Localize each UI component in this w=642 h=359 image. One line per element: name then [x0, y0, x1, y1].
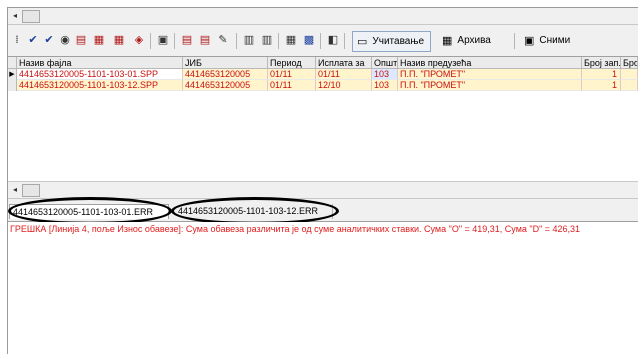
table-cell-municipality[interactable]: 103	[372, 69, 398, 80]
edit-icon[interactable]: ✎	[216, 33, 230, 47]
column-header-period[interactable]: Период	[268, 57, 316, 69]
toolbar-separator	[344, 33, 345, 49]
app-window: ◂ ⁞ ✔ ✔ ◉ ▤ ▦ ▦ ◈ ▣ ▤ ▤ ✎ ▥ ▥ ▦ ▩ ◧ ▭ Уч…	[7, 7, 638, 354]
document-red-icon[interactable]: ▤	[74, 33, 88, 47]
error-pane: ГРЕШКА [Линија 4, поље Износ обавезе]: С…	[8, 222, 638, 354]
em-icon[interactable]: ▩	[302, 33, 316, 47]
table-cell-payment[interactable]: 01/11	[316, 69, 372, 80]
check-icon[interactable]: ✔	[26, 33, 40, 47]
table-cell-company[interactable]: П.П. "ПРОМЕТ"	[398, 80, 582, 91]
toolbar-separator	[174, 33, 175, 49]
save-button-label: Сними	[539, 35, 571, 46]
clipboard-icon[interactable]: ▥	[242, 33, 256, 47]
save-button[interactable]: ▣ Сними	[524, 31, 570, 50]
column-header-count[interactable]: Број зап.	[582, 57, 621, 69]
scroll-thumb[interactable]	[22, 10, 40, 23]
column-header-municipality[interactable]: Општ.	[372, 57, 398, 69]
calc-icon[interactable]: ▦	[284, 33, 298, 47]
table-cell-jib[interactable]: 4414653120005	[183, 69, 268, 80]
table-cell-payment[interactable]: 12/10	[316, 80, 372, 91]
archive-button-label: Архива	[457, 35, 491, 46]
column-header-number[interactable]: Број	[621, 57, 638, 69]
toolbar-separator	[320, 33, 321, 49]
load-button[interactable]: ▭ Учитавање	[352, 31, 432, 52]
load-button-label: Учитавање	[372, 36, 425, 47]
save-icon: ▣	[524, 35, 535, 47]
grip-icon: ⁞	[15, 33, 19, 46]
column-header-payment[interactable]: Исплата за	[316, 57, 372, 69]
table-cell-count[interactable]: 1	[582, 80, 621, 91]
scroll-thumb[interactable]	[22, 184, 40, 197]
toolbar-separator	[514, 33, 515, 49]
circle-icon[interactable]: ◉	[58, 33, 72, 47]
toolbar-separator	[278, 33, 279, 49]
column-header-file-name[interactable]: Назив фајла	[17, 57, 183, 69]
table-cell-period[interactable]: 01/11	[268, 80, 316, 91]
folder-icon[interactable]: ◧	[326, 33, 340, 47]
toolbar-separator	[150, 33, 151, 49]
table-cell-file[interactable]: 4414653120005-1101-103-01.SPP	[17, 69, 183, 80]
column-header-company[interactable]: Назив предузећа	[398, 57, 582, 69]
table-cell-municipality[interactable]: 103	[372, 80, 398, 91]
toolbar: ⁞ ✔ ✔ ◉ ▤ ▦ ▦ ◈ ▣ ▤ ▤ ✎ ▥ ▥ ▦ ▩ ◧ ▭ Учит…	[8, 28, 638, 54]
double-check-icon[interactable]: ✔	[42, 33, 56, 47]
table-cell-count[interactable]: 1	[582, 69, 621, 80]
clipboard-2-icon[interactable]: ▥	[260, 33, 274, 47]
table-cell-number[interactable]	[621, 80, 638, 91]
table-cell-jib[interactable]: 4414653120005	[183, 80, 268, 91]
current-row-indicator-icon: ▶	[8, 69, 17, 80]
document-copy-icon[interactable]: ▣	[156, 33, 170, 47]
archive-button[interactable]: ▦ Архива	[442, 31, 491, 50]
error-message: ГРЕШКА [Линија 4, поље Износ обавезе]: С…	[10, 224, 581, 234]
document-red-4-icon[interactable]: ◈	[132, 33, 146, 47]
document-red-2-icon[interactable]: ▦	[92, 33, 106, 47]
annotation-ring	[171, 197, 339, 225]
top-scrollbar[interactable]: ◂	[8, 8, 638, 25]
row-indicator	[8, 80, 17, 91]
annotation-ring	[8, 197, 172, 225]
column-header-jib[interactable]: ЈИБ	[183, 57, 268, 69]
table-cell-company[interactable]: П.П. "ПРОМЕТ"	[398, 69, 582, 80]
document-export-icon[interactable]: ▤	[180, 33, 194, 47]
document-import-icon[interactable]: ▤	[198, 33, 212, 47]
row-indicator-header	[8, 57, 17, 69]
table-cell-file[interactable]: 4414653120005-1101-103-12.SPP	[17, 80, 183, 91]
scroll-left-icon[interactable]: ◂	[10, 10, 20, 21]
files-table: Назив фајла ЈИБ Период Исплата за Општ. …	[8, 56, 638, 182]
table-cell-number[interactable]	[621, 69, 638, 80]
scroll-left-icon[interactable]: ◂	[10, 184, 20, 195]
archive-icon: ▦	[442, 35, 453, 47]
document-red-3-icon[interactable]: ▦	[112, 33, 126, 47]
toolbar-separator	[236, 33, 237, 49]
table-cell-period[interactable]: 01/11	[268, 69, 316, 80]
folder-open-icon: ▭	[357, 36, 368, 48]
